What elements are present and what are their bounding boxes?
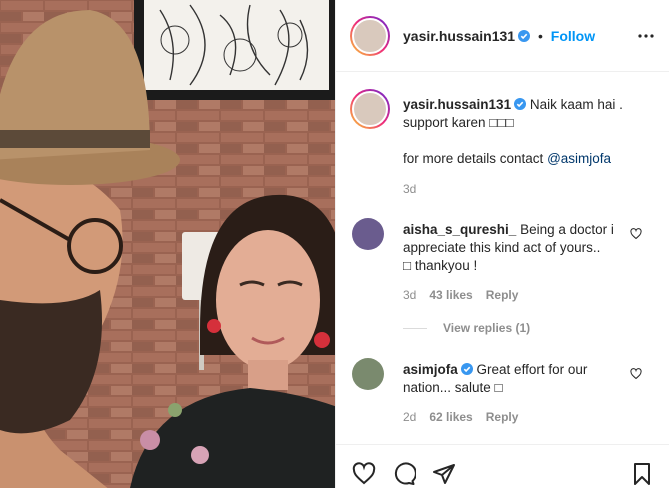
comment-line-2: appreciate this kind act of yours.. bbox=[403, 240, 601, 255]
post-media[interactable] bbox=[0, 0, 335, 488]
caption-text: yasir.hussain131 Naik kaam hai . support… bbox=[403, 96, 643, 168]
verified-badge-icon bbox=[518, 30, 531, 42]
instagram-post: yasir.hussain131 • Follow yasir.hussain1… bbox=[0, 0, 669, 488]
reply-button[interactable]: Reply bbox=[486, 410, 519, 424]
caption-username[interactable]: yasir.hussain131 bbox=[403, 97, 511, 112]
comment-likes[interactable]: 62 likes bbox=[429, 410, 472, 424]
view-replies-line bbox=[403, 327, 427, 329]
comment-line-3: □ thankyou ! bbox=[403, 258, 478, 273]
comment-age[interactable]: 2d bbox=[403, 410, 416, 424]
view-replies-button[interactable]: View replies (1) bbox=[403, 321, 530, 335]
caption-line-3: for more details contact bbox=[403, 151, 544, 166]
post-header: yasir.hussain131 • Follow bbox=[336, 0, 669, 72]
post-side-panel: yasir.hussain131 • Follow yasir.hussain1… bbox=[335, 0, 669, 488]
comment-meta: 3d 43 likes Reply bbox=[403, 288, 531, 302]
comment-line-1: Being a doctor i bbox=[520, 222, 614, 237]
caption-age[interactable]: 3d bbox=[403, 182, 416, 196]
reply-button[interactable]: Reply bbox=[486, 288, 519, 302]
comment-likes[interactable]: 43 likes bbox=[429, 288, 472, 302]
comment-icon[interactable] bbox=[392, 462, 416, 486]
heart-outline-icon[interactable] bbox=[630, 228, 642, 240]
comment-text: asimjofa Great effort for our nation... … bbox=[403, 361, 643, 397]
caption-meta: 3d bbox=[403, 182, 429, 196]
more-options-icon[interactable] bbox=[638, 28, 654, 44]
comment-username[interactable]: aisha_s_qureshi_ bbox=[403, 222, 516, 237]
heart-icon[interactable] bbox=[352, 462, 376, 486]
caption-line-2: support karen □□□ bbox=[403, 115, 514, 130]
header-separator: • bbox=[537, 28, 543, 44]
verified-badge-icon bbox=[514, 98, 527, 110]
comment-meta: 2d 62 likes Reply bbox=[403, 410, 531, 424]
paper-plane-icon[interactable] bbox=[432, 462, 456, 486]
comment-line-2: nation... salute □ bbox=[403, 380, 503, 395]
view-replies-label: View replies (1) bbox=[443, 321, 531, 335]
caption-avatar[interactable] bbox=[350, 89, 390, 129]
comment-username[interactable]: asimjofa bbox=[403, 362, 458, 377]
caption-line-3-wrap: for more details contact @asimjofa bbox=[403, 150, 643, 168]
author-avatar[interactable] bbox=[350, 16, 390, 56]
heart-outline-icon[interactable] bbox=[630, 368, 642, 380]
comments-area[interactable]: yasir.hussain131 Naik kaam hai . support… bbox=[336, 73, 669, 443]
post-actions bbox=[336, 444, 669, 488]
comment-avatar[interactable] bbox=[352, 358, 384, 390]
comment-avatar[interactable] bbox=[352, 218, 384, 250]
post-media-image bbox=[0, 0, 335, 488]
caption-line-1: Naik kaam hai . bbox=[529, 97, 623, 112]
bookmark-icon[interactable] bbox=[630, 462, 654, 486]
follow-button[interactable]: Follow bbox=[551, 28, 595, 44]
header-username[interactable]: yasir.hussain131 bbox=[403, 28, 515, 44]
comment-age[interactable]: 3d bbox=[403, 288, 416, 302]
verified-badge-icon bbox=[460, 363, 473, 375]
comment-text: aisha_s_qureshi_ Being a doctor i apprec… bbox=[403, 221, 643, 275]
comment-line-1: Great effort for our bbox=[476, 362, 588, 377]
caption-mention[interactable]: @asimjofa bbox=[547, 151, 611, 166]
header-author-line: yasir.hussain131 • Follow bbox=[403, 28, 595, 44]
